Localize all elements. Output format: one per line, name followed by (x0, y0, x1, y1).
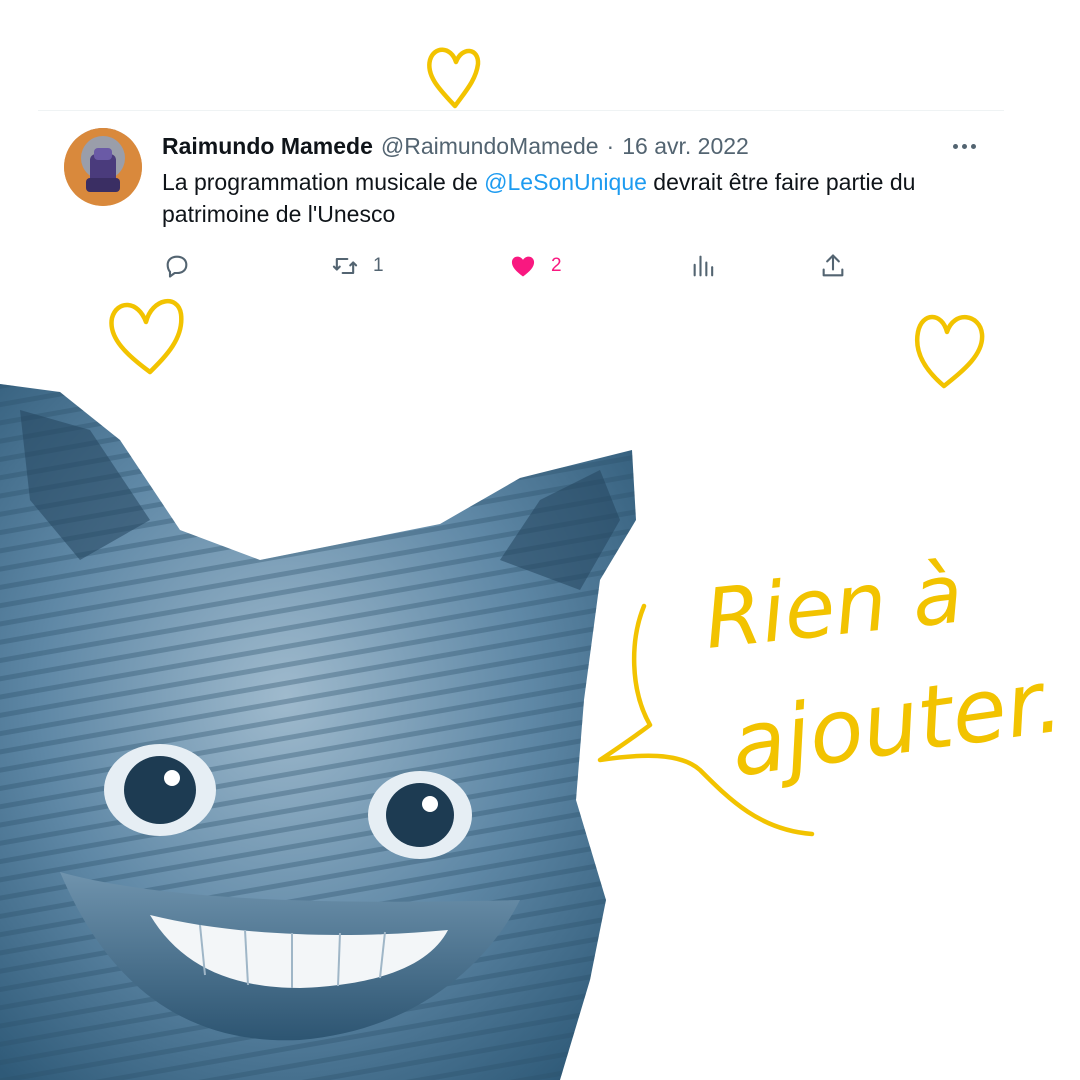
poster-canvas: Rien à ajouter. Raimundo Mamede @Raimund… (0, 0, 1080, 1080)
views-button[interactable] (690, 248, 718, 284)
grinning-cat-image (0, 384, 636, 1080)
author-handle[interactable]: @RaimundoMamede (381, 133, 599, 160)
speech-text-line1: Rien à (700, 546, 967, 668)
like-button[interactable]: 2 (509, 248, 562, 284)
reply-button[interactable] (163, 248, 191, 284)
tweet-actions: 1 2 (0, 248, 1080, 284)
speech-text-line2: ajouter. (725, 648, 1069, 796)
author-name[interactable]: Raimundo Mamede (162, 133, 373, 160)
heart-outline-icon (914, 314, 985, 389)
avatar[interactable] (64, 128, 142, 206)
like-count: 2 (551, 255, 562, 276)
reply-bubble-icon (166, 255, 188, 278)
tweet-divider (38, 110, 1004, 111)
share-button[interactable] (819, 248, 847, 284)
heart-filled-icon (511, 256, 535, 277)
retweet-count: 1 (373, 255, 384, 276)
tweet-text: La programmation musicale de @LeSonUniqu… (162, 166, 1022, 230)
header-separator: · (606, 132, 615, 159)
more-dots-icon[interactable] (947, 132, 981, 160)
retweet-icon (332, 257, 358, 275)
tweet-text-before: La programmation musicale de (162, 169, 485, 195)
share-upload-icon (822, 254, 844, 277)
speech-text: Rien à ajouter. (700, 546, 1068, 796)
decorations-layer: Rien à ajouter. (0, 47, 1068, 1080)
retweet-button[interactable]: 1 (331, 248, 384, 284)
tweet-date[interactable]: 16 avr. 2022 (622, 133, 749, 160)
mention-link[interactable]: @LeSonUnique (484, 169, 647, 195)
views-bar-chart-icon (693, 255, 714, 277)
heart-outline-icon (427, 47, 481, 109)
heart-outline-icon (109, 298, 184, 375)
tweet-header: Raimundo Mamede @RaimundoMamede · 16 avr… (162, 131, 749, 161)
